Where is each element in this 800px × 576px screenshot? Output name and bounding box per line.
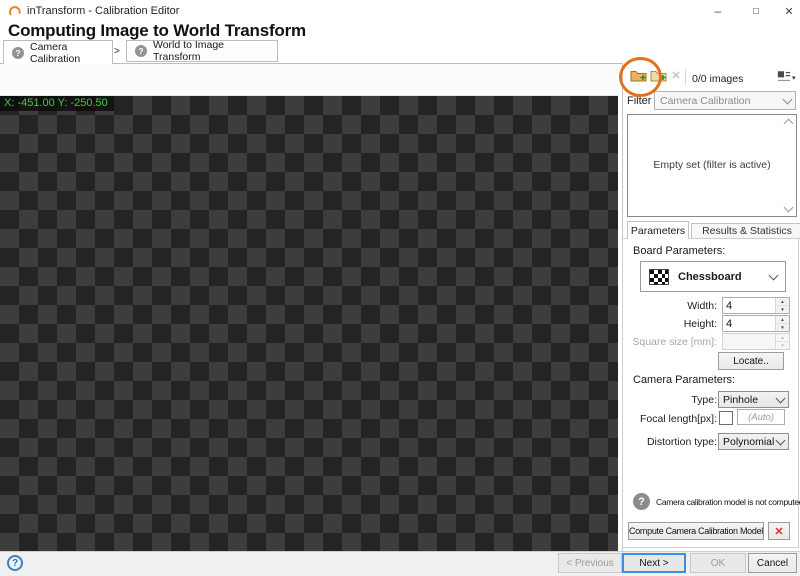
close-button[interactable]: ✕ <box>774 0 800 22</box>
stepper-arrows: ▲ ▼ <box>775 298 789 313</box>
camera-type-dropdown[interactable]: Pinhole <box>718 391 789 408</box>
distortion-type-value: Polynomial <box>723 435 775 448</box>
next-button[interactable]: Next > <box>622 553 686 573</box>
cancel-button[interactable]: Cancel <box>748 553 797 573</box>
status-help-icon: ? <box>633 493 650 510</box>
stepper-arrows: ▲ ▼ <box>775 316 789 331</box>
camera-parameters-label: Camera Parameters: <box>633 374 736 386</box>
help-icon[interactable]: ? <box>12 46 24 59</box>
focal-length-checkbox[interactable] <box>719 411 733 425</box>
image-list[interactable]: Empty set (filter is active) <box>627 114 797 217</box>
clear-calibration-button[interactable]: ✕ <box>768 522 790 540</box>
width-input[interactable] <box>723 298 775 313</box>
chessboard-flag-icon <box>649 268 669 285</box>
width-label: Width: <box>687 300 717 312</box>
spin-up-icon: ▲ <box>776 334 789 342</box>
locate-button[interactable]: Locate.. <box>718 352 784 370</box>
filter-dropdown[interactable]: Camera Calibration <box>654 91 796 110</box>
filter-value: Camera Calibration <box>660 94 751 107</box>
height-stepper[interactable]: ▲ ▼ <box>722 315 790 332</box>
canvas-toolbar: Scale: 100 % ▾ ▾ AB <box>0 64 618 157</box>
scroll-down-icon[interactable] <box>783 202 794 213</box>
filter-label: Filter <box>627 95 652 107</box>
remove-image-button[interactable]: ✕ <box>669 67 683 83</box>
view-mode-icon[interactable] <box>777 70 791 83</box>
focal-length-label: Focal length[px]: <box>639 413 717 425</box>
distortion-type-dropdown[interactable]: Polynomial <box>718 433 789 450</box>
calibration-editor-window: inTransform - Calibration Editor – □ ✕ C… <box>0 0 800 576</box>
minimize-button[interactable]: – <box>703 0 733 22</box>
focal-length-input[interactable] <box>738 410 784 424</box>
distortion-type-label: Distortion type: <box>646 436 717 448</box>
chevron-down-icon <box>782 94 793 104</box>
help-icon[interactable]: ? <box>135 45 147 57</box>
tab-label: World to Image Transform <box>153 39 225 63</box>
image-count-label: 0/0 images <box>692 73 744 85</box>
stepper-arrows: ▲ ▼ <box>775 334 789 349</box>
title-bar: inTransform - Calibration Editor – □ ✕ <box>0 0 800 22</box>
square-size-input <box>723 334 775 349</box>
tab-parameters[interactable]: Parameters <box>627 221 689 239</box>
square-size-stepper: ▲ ▼ <box>722 333 790 350</box>
maximize-button[interactable]: □ <box>741 0 771 22</box>
focal-length-field[interactable] <box>737 409 785 425</box>
cursor-coordinates: X: -451.00 Y: -250.50 <box>0 96 114 111</box>
camera-type-label: Type: <box>691 394 717 406</box>
status-message: Camera calibration model is not computed… <box>656 497 800 507</box>
tab-world-to-image-transform[interactable]: ? World to Image Transform <box>126 39 278 63</box>
ok-button: OK <box>690 553 746 573</box>
chevron-down-icon <box>775 435 786 445</box>
help-button[interactable]: ? <box>7 555 23 571</box>
image-canvas[interactable]: X: -451.00 Y: -250.50 <box>0 96 618 551</box>
app-logo-icon <box>9 6 21 16</box>
previous-button: < Previous <box>558 553 622 573</box>
height-label: Height: <box>683 318 717 330</box>
board-type-value: Chessboard <box>678 270 742 283</box>
spin-down-icon[interactable]: ▼ <box>776 324 789 331</box>
spin-up-icon[interactable]: ▲ <box>776 316 789 324</box>
chevron-down-icon <box>775 393 786 403</box>
square-size-label: Square size [mm]: <box>632 336 717 348</box>
tab-label: Camera Calibration <box>30 40 81 65</box>
spin-up-icon[interactable]: ▲ <box>776 298 789 306</box>
window-title: inTransform - Calibration Editor <box>27 5 180 17</box>
empty-list-message: Empty set (filter is active) <box>653 159 771 171</box>
tab-arrow-separator: > <box>114 46 120 57</box>
width-stepper[interactable]: ▲ ▼ <box>722 297 790 314</box>
add-images-icon[interactable] <box>650 68 667 82</box>
spin-down-icon: ▼ <box>776 342 789 349</box>
spin-down-icon[interactable]: ▼ <box>776 306 789 313</box>
compute-calibration-button[interactable]: Compute Camera Calibration Model <box>628 522 764 540</box>
add-folder-icon[interactable] <box>630 68 647 82</box>
dropdown-caret-icon[interactable]: ▾ <box>792 74 796 82</box>
height-input[interactable] <box>723 316 775 331</box>
camera-type-value: Pinhole <box>723 393 759 406</box>
board-type-dropdown[interactable]: Chessboard <box>640 261 786 292</box>
chevron-down-icon <box>768 270 779 280</box>
page-title: Computing Image to World Transform <box>8 21 306 40</box>
tab-camera-calibration[interactable]: ? Camera Calibration <box>3 40 113 65</box>
scroll-up-icon[interactable] <box>783 118 794 129</box>
toolbar-separator <box>685 69 686 85</box>
board-parameters-label: Board Parameters: <box>633 245 726 257</box>
tab-results-statistics[interactable]: Results & Statistics <box>691 223 800 239</box>
